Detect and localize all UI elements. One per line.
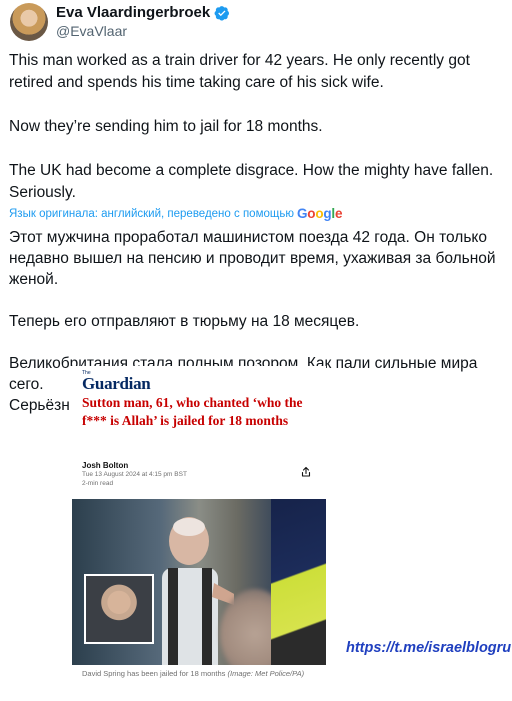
police-officer	[271, 499, 326, 665]
translated-line: женой.	[9, 271, 59, 288]
tweet-text: This man worked as a train driver for 42…	[9, 50, 505, 204]
tweet-line: This man worked as a train driver for 42…	[9, 52, 470, 69]
tweet-line: retired and spends his time taking care …	[9, 74, 384, 91]
verified-badge-icon	[214, 5, 230, 21]
share-icon	[301, 466, 311, 477]
article-caption: David Spring has been jailed for 18 mont…	[82, 669, 318, 679]
google-logo: Google	[296, 206, 343, 221]
tweet-line: Seriously.	[9, 184, 76, 201]
translated-line: Теперь его отправляют в тюрьму на 18 мес…	[9, 313, 360, 330]
watermark-link[interactable]: https://t.me/israelblogru	[346, 640, 511, 656]
translated-line: недавно вышел на пенсию и проводит время…	[9, 250, 496, 267]
article-byline: Josh Bolton Tue 13 August 2024 at 4:15 p…	[82, 461, 187, 488]
article-date: Tue 13 August 2024 at 4:15 pm BST	[82, 471, 187, 478]
google-letter: G	[296, 206, 308, 221]
avatar[interactable]	[10, 3, 48, 41]
display-name[interactable]: Eva Vlaardingerbroek	[56, 4, 210, 21]
translation-attribution[interactable]: Язык оригинала: английский, переведено с…	[9, 206, 342, 221]
caption-credit: (Image: Met Police/PA)	[227, 669, 305, 678]
caption-text: David Spring has been jailed for 18 mont…	[82, 669, 226, 678]
name-row: Eva Vlaardingerbroek	[56, 4, 230, 21]
article-read-time: 2-min read	[82, 480, 114, 487]
article-photo	[72, 499, 326, 665]
translated-line: Этот мужчина проработал машинистом поезд…	[9, 229, 487, 246]
article-author: Josh Bolton	[82, 461, 129, 470]
google-letter: e	[334, 206, 343, 221]
handle[interactable]: @EvaVlaar	[56, 23, 127, 39]
guardian-masthead: Guardian	[82, 374, 151, 393]
tweet-line: Now they’re sending him to jail for 18 m…	[9, 118, 323, 135]
inset-portrait	[84, 574, 154, 644]
tweet-line: The UK had become a complete disgrace. H…	[9, 162, 494, 179]
article-headline: Sutton man, 61, who chanted ‘who the f**…	[82, 395, 303, 428]
translation-attribution-text: Язык оригинала: английский, переведено с…	[9, 207, 294, 220]
attached-article-image[interactable]: The Guardian Sutton man, 61, who chanted…	[70, 366, 326, 696]
tweet-header: Eva Vlaardingerbroek @EvaVlaar	[8, 2, 504, 42]
